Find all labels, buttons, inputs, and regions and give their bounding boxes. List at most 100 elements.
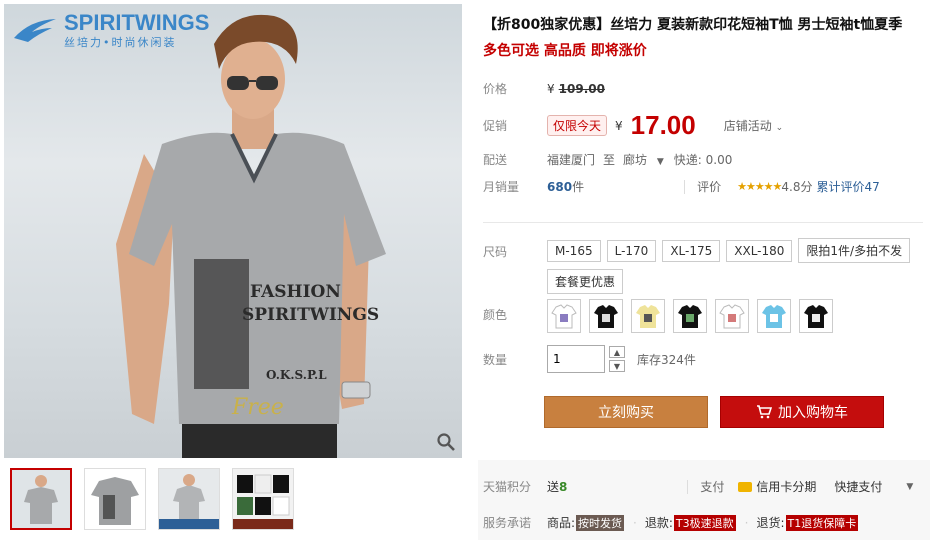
shipping-label: 配送 <box>483 153 508 167</box>
size-options: M-165 L-170 XL-175 XXL-180 限拍1件/多拍不发套餐更优惠 <box>547 238 927 300</box>
sales-row: 月销量 680 件 评价 ★★★★★ 4.8分 累计评价47 <box>483 178 880 195</box>
installment-option[interactable]: 信用卡分期 <box>756 478 816 495</box>
thumbnail-strip <box>10 468 294 530</box>
fast-refund-badge: T3极速退款 <box>673 514 736 531</box>
thumbnail-4[interactable] <box>232 468 294 530</box>
shipping-to-word: 至 <box>603 153 616 167</box>
size-option[interactable]: 限拍1件/多拍不发 <box>798 238 911 263</box>
size-option[interactable]: M-165 <box>547 240 601 262</box>
quantity-input[interactable] <box>547 345 605 373</box>
size-option[interactable]: L-170 <box>606 240 657 262</box>
points-give: 送 <box>547 480 560 494</box>
size-label-row: 尺码 <box>483 243 547 260</box>
size-option[interactable]: 套餐更优惠 <box>547 269 624 294</box>
wings-logo-icon <box>14 19 56 42</box>
tshirt-icon <box>804 305 828 328</box>
color-swatch[interactable] <box>547 299 581 333</box>
thumbnail-image <box>159 469 219 529</box>
payment-label: 支付 <box>700 480 725 494</box>
color-swatch[interactable] <box>757 299 791 333</box>
promo-currency-symbol: ¥ <box>615 118 623 133</box>
color-options <box>547 299 833 333</box>
brand-tagline: 丝培力•时尚休闲装 <box>64 36 177 49</box>
product-info-panel: 【折800独家优惠】丝培力 夏装新款印花短袖T恤 男士短袖t恤夏季 多色可选 高… <box>478 0 928 540</box>
shipping-destination: 廊坊 <box>623 153 648 167</box>
divider <box>684 179 686 194</box>
svg-text:Free: Free <box>231 395 284 420</box>
svg-text:SPIRITWINGS: SPIRITWINGS <box>242 305 379 325</box>
decrement-button[interactable]: ▼ <box>609 360 625 372</box>
buy-now-button[interactable]: 立刻购买 <box>544 396 708 428</box>
color-swatch[interactable] <box>631 299 665 333</box>
tshirt-icon <box>551 304 577 329</box>
price-row: 价格 ¥ 109.00 <box>483 80 605 97</box>
svg-text:FASHION: FASHION <box>250 282 341 302</box>
quantity-label: 数量 <box>483 352 508 367</box>
store-activity-dropdown[interactable]: 店铺活动 ⌄ <box>724 117 783 134</box>
size-label: 尺码 <box>483 245 508 259</box>
thumbnail-2[interactable] <box>84 468 146 530</box>
promo-tag: 仅限今天 <box>547 115 608 136</box>
shipping-destination-select[interactable]: 廊坊 ▼ <box>623 151 664 168</box>
divider <box>483 222 923 223</box>
shipping-from: 福建厦门 <box>547 153 596 167</box>
quantity-row: 数量 ▲ ▼ 库存324件 <box>483 345 696 373</box>
promo-row: 促销 仅限今天 ¥ 17.00 店铺活动 ⌄ <box>483 110 783 141</box>
points-value: 8 <box>559 479 568 494</box>
total-reviews-link[interactable]: 累计评价47 <box>817 178 880 195</box>
model-illustration: FASHION SPIRITWINGS O.K.S.P.L Free <box>116 14 386 458</box>
service-refund-label: 退款: <box>644 516 673 530</box>
size-option[interactable]: XL-175 <box>662 240 721 262</box>
thumbnail-image <box>12 470 70 528</box>
service-label: 服务承诺 <box>483 516 532 530</box>
points-label: 天猫积分 <box>483 480 532 494</box>
zoom-magnifier-icon[interactable] <box>436 432 456 452</box>
thumbnail-1[interactable] <box>10 468 72 530</box>
divider <box>687 479 689 494</box>
svg-text:O.K.S.P.L: O.K.S.P.L <box>266 368 327 382</box>
add-to-cart-button[interactable]: 加入购物车 <box>720 396 884 428</box>
color-swatch[interactable] <box>673 299 707 333</box>
promo-price: 17.00 <box>630 110 696 140</box>
tshirt-icon <box>636 305 660 328</box>
product-title: 【折800独家优惠】丝培力 夏装新款印花短袖T恤 男士短袖t恤夏季 <box>483 17 903 33</box>
color-swatch[interactable] <box>799 299 833 333</box>
quantity-stepper: ▲ ▼ <box>609 346 625 372</box>
stock-count: 库存324件 <box>637 352 696 367</box>
service-row: 服务承诺 商品: 按时发货 · 退款: T3极速退款 · 退货: T1退货保障卡 <box>483 514 859 531</box>
caret-down-icon[interactable]: ▼ <box>906 482 913 492</box>
main-product-image[interactable]: FASHION SPIRITWINGS O.K.S.P.L Free SPIRI… <box>4 4 462 458</box>
rating-score: 4.8分 <box>781 180 813 194</box>
tshirt-icon <box>678 305 702 328</box>
promo-label: 促销 <box>483 119 508 133</box>
price-label: 价格 <box>483 82 508 96</box>
increment-button[interactable]: ▲ <box>609 346 625 358</box>
product-gallery: FASHION SPIRITWINGS O.K.S.P.L Free SPIRI… <box>0 0 465 540</box>
currency-symbol: ¥ <box>547 81 555 96</box>
quick-pay-option[interactable]: 快捷支付 <box>834 478 882 495</box>
sales-count: 680 <box>547 179 573 194</box>
service-goods-label: 商品: <box>547 516 576 530</box>
thumbnail-image <box>85 469 145 529</box>
thumbnail-3[interactable] <box>158 468 220 530</box>
size-option[interactable]: XXL-180 <box>726 240 793 262</box>
rating-stars-icon: ★★★★★ <box>737 180 782 193</box>
color-label: 颜色 <box>483 308 508 322</box>
original-price: 109.00 <box>558 81 605 96</box>
product-subtitle: 多色可选 高品质 即将涨价 <box>483 43 647 59</box>
tshirt-icon <box>762 305 786 328</box>
dot-separator: · <box>744 515 749 530</box>
tshirt-icon <box>594 305 618 328</box>
sales-unit: 件 <box>572 180 585 194</box>
service-return-label: 退货: <box>756 516 785 530</box>
color-label-row: 颜色 <box>483 306 547 323</box>
add-to-cart-label: 加入购物车 <box>778 405 848 421</box>
store-activity-label: 店铺活动 <box>723 119 772 133</box>
thumbnail-image <box>233 469 293 529</box>
tshirt-icon <box>719 304 745 329</box>
color-swatch[interactable] <box>589 299 623 333</box>
points-row: 天猫积分 送 8 支付 信用卡分期 快捷支付 ▼ <box>483 478 913 495</box>
color-swatch[interactable] <box>715 299 749 333</box>
brand-name: SPIRITWINGS <box>64 10 210 35</box>
dot-separator: · <box>633 515 637 530</box>
